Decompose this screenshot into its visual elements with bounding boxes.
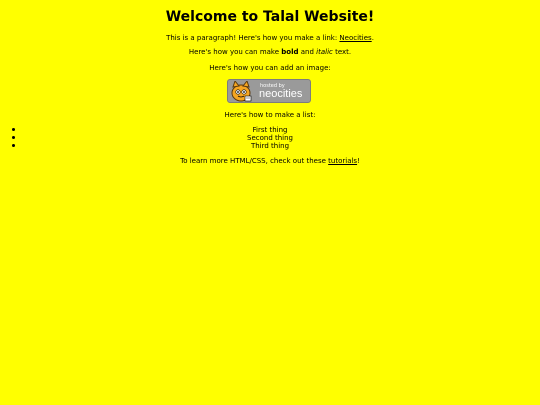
bold-text: bold xyxy=(281,48,299,56)
paragraph-link-text: This is a paragraph! Here's how you make… xyxy=(166,34,340,42)
bullet-icon xyxy=(12,136,15,139)
list-item: Third thing xyxy=(0,142,540,150)
list-item-label: Third thing xyxy=(250,142,290,150)
closing-suffix: ! xyxy=(357,157,360,165)
paragraph-link: This is a paragraph! Here's how you make… xyxy=(0,34,540,43)
page-title: Welcome to Talal Website! xyxy=(165,9,375,25)
paragraph-format-middle: and xyxy=(298,48,317,56)
paragraph-format-text: Here's how you can make xyxy=(188,48,282,56)
closing-text: To learn more HTML/CSS, check out these xyxy=(180,157,329,165)
list-intro: Here's how to make a list: xyxy=(224,111,316,119)
bullet-icon xyxy=(12,144,15,147)
badge-brand-text: neocities xyxy=(259,88,303,100)
list-item: Second thing xyxy=(0,134,540,142)
hosted-by-neocities-badge[interactable]: hosted by neocities xyxy=(227,79,311,103)
paragraph-format-suffix: text. xyxy=(332,48,352,56)
closing-paragraph: To learn more HTML/CSS, check out these … xyxy=(0,157,540,166)
neocities-cat-icon xyxy=(231,81,252,102)
paragraph-format: Here's how you can make bold and italic … xyxy=(0,48,540,57)
things-list: First thing Second thing Third thing xyxy=(0,126,540,150)
list-item-label: Second thing xyxy=(247,134,293,142)
bullet-icon xyxy=(12,128,15,131)
paragraph-link-suffix: . xyxy=(371,34,374,42)
list-item: First thing xyxy=(0,126,540,134)
italic-text: italic xyxy=(316,48,333,56)
tutorials-link[interactable]: tutorials xyxy=(328,157,357,165)
neocities-link[interactable]: Neocities xyxy=(339,34,371,42)
list-item-label: First thing xyxy=(252,126,288,134)
image-intro: Here's how you can add an image: xyxy=(209,64,331,72)
